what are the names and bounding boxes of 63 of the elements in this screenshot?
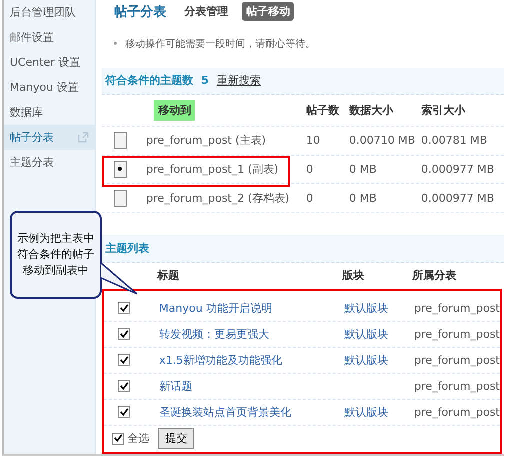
callout-text: 示例为把主表中	[18, 231, 94, 247]
section-title: 主题列表	[105, 241, 150, 256]
tab[interactable]: 帖子移动	[242, 2, 294, 22]
table-cell-text: 0	[306, 162, 314, 176]
column-header: 所属分表	[412, 268, 458, 284]
sidebar-item[interactable]: 数据库	[4, 100, 96, 125]
column-header: 标题	[157, 268, 180, 284]
match-label: 符合条件的主题数	[105, 73, 194, 88]
table-cell-text: pre_forum_post (主表)	[146, 133, 268, 148]
checkbox[interactable]	[118, 380, 130, 392]
table-cell: pre_forum_post	[414, 380, 500, 393]
sidebar-item[interactable]: 后台管理团队	[4, 0, 96, 25]
topic-link[interactable]: 新话题	[159, 378, 344, 394]
submit-button[interactable]: 提交	[158, 428, 194, 450]
checkbox[interactable]	[118, 328, 130, 340]
forum-link[interactable]: 默认版块	[344, 354, 388, 367]
page-title: 帖子分表	[114, 4, 166, 21]
forum-link[interactable]: 默认版块	[344, 328, 388, 341]
tab[interactable]: 分表管理	[180, 2, 232, 22]
column-header: 移动到	[154, 100, 196, 122]
table-cell-text: 0.00781 MB	[421, 134, 488, 148]
sidebar-item[interactable]: 主题分表	[4, 150, 96, 175]
table-cell: pre_forum_post	[414, 354, 500, 367]
topic-link[interactable]: x1.5新增功能及功能强化	[159, 352, 344, 368]
column-header: 数据大小	[349, 103, 394, 118]
table-cell: pre_forum_post	[414, 328, 500, 341]
checkbox[interactable]	[112, 432, 124, 445]
column-header: 帖子数	[306, 103, 340, 118]
select-all-label: 全选	[127, 431, 150, 446]
sidebar-item[interactable]: 邮件设置	[4, 25, 96, 50]
checkbox[interactable]	[118, 406, 130, 418]
table-cell-text: 0.000977 MB	[421, 192, 496, 205]
table-cell-text: pre_forum_post_2 (存档表)	[146, 190, 291, 206]
radio-button[interactable]	[114, 160, 128, 178]
table-cell-text: 0.000977 MB	[421, 162, 496, 176]
table-cell: pre_forum_post	[414, 302, 500, 315]
table-cell-text: pre_forum_post_1 (副表)	[146, 162, 280, 177]
sidebar-item[interactable]: 帖子分表	[4, 125, 96, 150]
sidebar-item[interactable]: Manyou 设置	[4, 75, 96, 100]
table-cell-text: 0 MB	[349, 162, 378, 176]
column-header: 版块	[342, 268, 366, 284]
radio-button[interactable]	[114, 190, 128, 207]
radio-button[interactable]	[114, 132, 128, 150]
bullet-icon	[114, 42, 118, 46]
column-header: 索引大小	[421, 103, 466, 118]
match-count: 5	[201, 74, 210, 88]
topic-link[interactable]: Manyou 功能开启说明	[159, 300, 344, 316]
forum-link[interactable]: 默认版块	[344, 302, 388, 315]
table-cell-text: 10	[306, 134, 322, 148]
checkbox[interactable]	[118, 302, 130, 314]
callout-text: 符合条件的帖子	[18, 247, 94, 263]
forum-link[interactable]: 默认版块	[344, 406, 388, 419]
sidebar-item[interactable]: UCenter 设置	[4, 50, 96, 75]
notice-text: 移动操作可能需要一段时间，请耐心等待。	[125, 38, 316, 51]
table-cell: pre_forum_post	[414, 406, 500, 419]
topic-link[interactable]: 圣诞换装站点首页背景美化	[159, 404, 344, 420]
table-cell-text: 0	[306, 192, 314, 205]
callout-text: 移动到副表中	[23, 263, 89, 279]
research-link[interactable]: 重新搜索	[217, 73, 262, 88]
checkbox[interactable]	[118, 354, 130, 366]
table-cell-text: 0 MB	[349, 192, 378, 205]
table-cell-text: 0.00710 MB	[349, 134, 416, 148]
topic-link[interactable]: 转发视频：更易更强大	[159, 326, 344, 342]
